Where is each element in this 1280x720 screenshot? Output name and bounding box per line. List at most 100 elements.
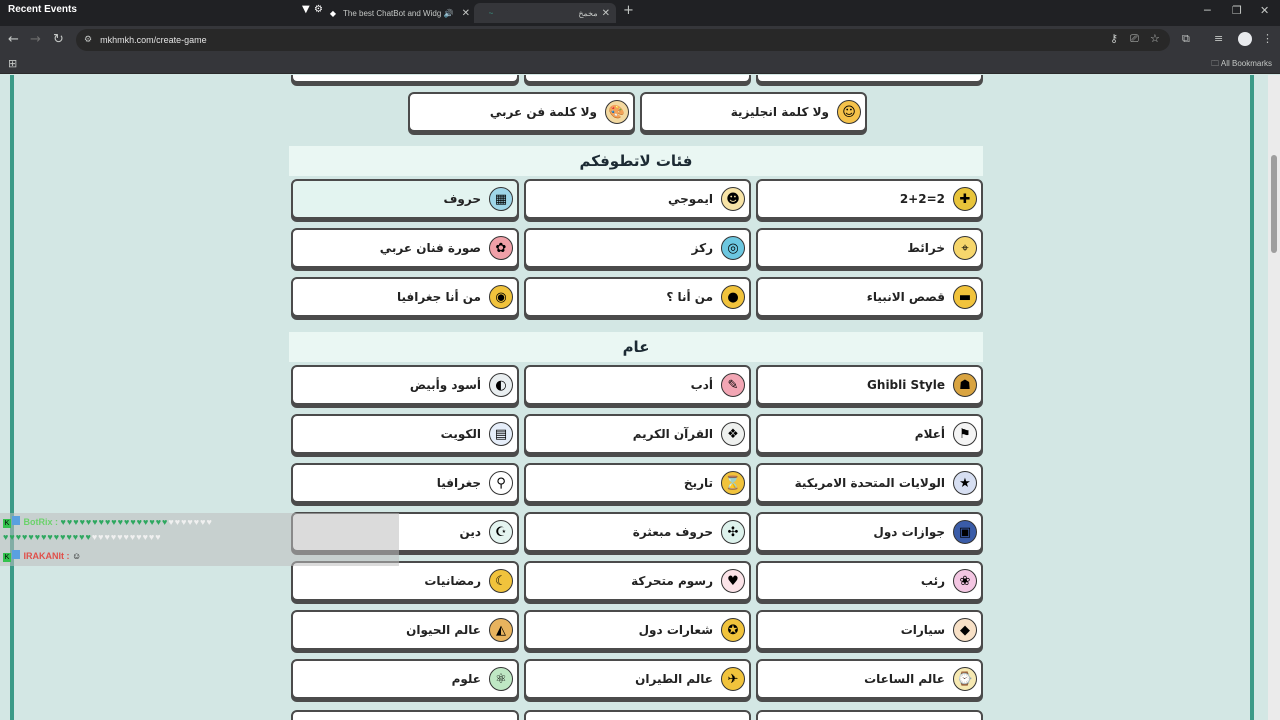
category-card[interactable] [524, 710, 751, 720]
category-card[interactable]: ⌖ خرائط [756, 228, 983, 268]
cartoon-icon: ♥ [721, 569, 745, 593]
passport-icon: ▣ [953, 520, 977, 544]
category-card[interactable]: ☾ رمضانيات [291, 561, 519, 601]
category-card[interactable]: ★ الولايات المتحدة الامريكية [756, 463, 983, 503]
monochrome-icon: ◐ [489, 373, 513, 397]
menu-dots-icon[interactable]: ⋮ [1262, 32, 1273, 45]
flag-icon: ⚑ [953, 422, 977, 446]
category-label: عالم الطيران [635, 672, 713, 686]
close-window-icon[interactable]: ✕ [1260, 4, 1269, 17]
forward-icon[interactable]: → [30, 32, 41, 47]
atom-icon: ⚛ [489, 667, 513, 691]
site-info-icon[interactable]: ⚙ [84, 35, 92, 45]
category-label: عالم الساعات [864, 672, 945, 686]
tab-chatbot[interactable]: ◆ The best ChatBot and Widg 🔊 ✕ [322, 3, 470, 23]
category-card[interactable]: ✿ صورة فنان عربي [291, 228, 519, 268]
category-label: الولايات المتحدة الامريكية [794, 476, 945, 490]
category-label: من أنا جغرافيا [397, 290, 481, 304]
category-card[interactable]: ⚲ جغرافيا [291, 463, 519, 503]
category-card[interactable] [291, 75, 519, 83]
category-card[interactable]: ✪ شعارات دول [524, 610, 751, 650]
quran-icon: ❖ [721, 422, 745, 446]
category-card[interactable] [291, 710, 519, 720]
new-tab-button[interactable]: + [623, 4, 634, 18]
url-text: mkhmkh.com/create-game [100, 35, 207, 45]
category-label: حروف [443, 192, 481, 206]
scrollbar-thumb[interactable] [1271, 155, 1277, 253]
category-label: خرائط [907, 241, 945, 255]
bookmark-star-icon[interactable]: ☆ [1150, 32, 1160, 45]
category-card[interactable]: ◆ سيارات [756, 610, 983, 650]
password-key-icon[interactable]: ⚷ [1110, 32, 1118, 45]
apps-grid-icon[interactable]: ⊞ [8, 57, 17, 70]
all-bookmarks-link[interactable]: 🗀 All Bookmarks [1211, 58, 1272, 72]
chat-message: K IRAKANIt : ☺ [3, 550, 81, 562]
restore-icon[interactable]: ❐ [1232, 4, 1242, 17]
minimize-icon[interactable]: ─ [1204, 4, 1211, 17]
category-card[interactable]: ✣ حروف مبعثرة [524, 512, 751, 552]
category-card[interactable]: ✈ عالم الطيران [524, 659, 751, 699]
animal-icon: ◭ [489, 618, 513, 642]
category-label: أدب [690, 378, 713, 392]
chat-overlay: K BotRix : ♥♥♥♥♥♥♥♥♥♥♥♥♥♥♥♥♥♥♥♥♥♥♥♥ ♥♥♥♥… [0, 513, 399, 566]
category-card[interactable]: ▤ الكويت [291, 414, 519, 454]
scattered-letters-icon: ✣ [721, 520, 745, 544]
category-label: Ghibli Style [867, 378, 945, 392]
category-card[interactable]: ◭ عالم الحيوان [291, 610, 519, 650]
reload-icon[interactable]: ↻ [53, 32, 64, 47]
white-hearts: ♥♥♥♥♥♥♥ [168, 517, 213, 527]
category-label: من أنا ؟ [666, 290, 713, 304]
category-card[interactable]: ☗ Ghibli Style [756, 365, 983, 405]
close-tab-icon[interactable]: ✕ [462, 8, 470, 19]
window-titlebar: Recent Events ▼ ⚙ ◆ The best ChatBot and… [0, 0, 1280, 26]
media-control-icon[interactable]: ≡ [1214, 32, 1223, 45]
section-title: فئات لاتطوفكم [289, 146, 983, 176]
category-card[interactable]: ⚑ أعلام [756, 414, 983, 454]
category-card[interactable] [756, 75, 983, 83]
category-label: رسوم متحركة [631, 574, 713, 588]
category-label: الكويت [440, 427, 481, 441]
kick-badge-icon: K [3, 553, 11, 562]
category-card[interactable]: ⚛ علوم [291, 659, 519, 699]
category-card[interactable]: ❖ القرآن الكريم [524, 414, 751, 454]
category-card[interactable]: ◐ أسود وأبيض [291, 365, 519, 405]
category-card[interactable]: 🎨 ولا كلمة فن عربي [408, 92, 635, 132]
category-card[interactable]: ❀ رئب [756, 561, 983, 601]
address-bar[interactable]: ⚙ mkhmkh.com/create-game [76, 29, 1170, 51]
category-card[interactable]: ● من أنا ؟ [524, 277, 751, 317]
category-label: ركز [691, 241, 713, 255]
kick-badge-icon: K [3, 519, 11, 528]
back-icon[interactable]: ← [8, 32, 19, 47]
chat-username: BotRix : [23, 517, 59, 527]
category-card[interactable]: ◉ من أنا جغرافيا [291, 277, 519, 317]
profile-avatar[interactable] [1238, 32, 1252, 46]
category-card[interactable]: ✚ 2+2=2 [756, 179, 983, 219]
tab-mkhmkh[interactable]: ~ مخمخ ✕ [474, 3, 616, 23]
category-card[interactable]: ▬ قصص الانبياء [756, 277, 983, 317]
extensions-icon[interactable]: ⧉ [1182, 32, 1190, 46]
left-border [10, 75, 14, 720]
category-card[interactable]: ✎ أدب [524, 365, 751, 405]
chat-username: IRAKANIt : [23, 551, 70, 561]
section-title: عام [289, 332, 983, 362]
category-card[interactable]: ⌚ عالم الساعات [756, 659, 983, 699]
bot-badge-icon [12, 516, 20, 525]
tab-favicon-icon: ~ [488, 8, 494, 18]
cast-icon[interactable]: ⎚ [1130, 32, 1139, 46]
filter-icon[interactable]: ▼ [302, 4, 310, 15]
category-card[interactable] [756, 710, 983, 720]
map-pin-icon: ⌖ [953, 236, 977, 260]
category-card[interactable]: ▦ حروف [291, 179, 519, 219]
category-card[interactable]: ◎ ركز [524, 228, 751, 268]
category-card[interactable]: ☺ ولا كلمة انجليزية [640, 92, 867, 132]
close-tab-icon[interactable]: ✕ [602, 8, 610, 19]
category-card[interactable]: ⌛ تاريخ [524, 463, 751, 503]
category-label: ولا كلمة انجليزية [730, 105, 829, 119]
category-card[interactable] [524, 75, 751, 83]
speaker-icon[interactable]: 🔊 [444, 9, 454, 18]
category-card[interactable]: ♥ رسوم متحركة [524, 561, 751, 601]
pen-icon: ✎ [721, 373, 745, 397]
bunny-icon: ❀ [953, 569, 977, 593]
category-card[interactable]: ▣ جوازات دول [756, 512, 983, 552]
category-card[interactable]: ☻ ايموجي [524, 179, 751, 219]
